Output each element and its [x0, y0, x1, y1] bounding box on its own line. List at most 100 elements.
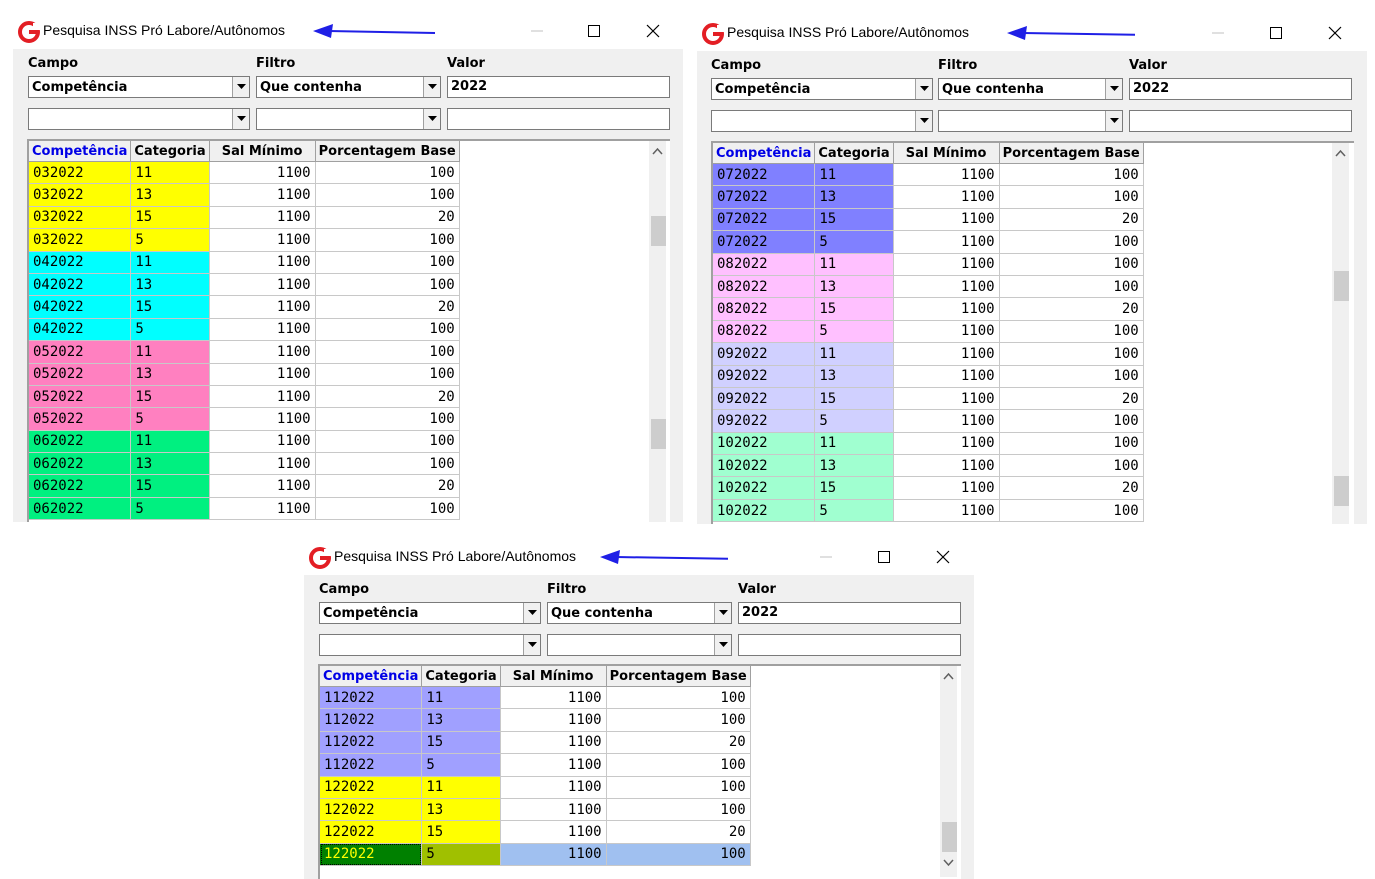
cell-comp[interactable]: 102022: [713, 454, 816, 478]
cell-cat[interactable]: 15: [130, 206, 210, 230]
cell-pct[interactable]: 100: [999, 253, 1144, 276]
cell-cat[interactable]: 5: [814, 409, 894, 433]
dropdown-arrow-icon[interactable]: [523, 603, 540, 623]
campo-select[interactable]: Competência: [28, 76, 250, 98]
cell-pct[interactable]: 100: [999, 454, 1144, 478]
cell-pct[interactable]: 20: [315, 385, 460, 409]
table-row[interactable]: 112022 13 1100 100: [320, 708, 751, 732]
cell-cat[interactable]: 11: [421, 776, 501, 799]
cell-cat[interactable]: 11: [814, 342, 894, 366]
table-row[interactable]: 062022 13 1100 100: [29, 452, 460, 476]
valor-input[interactable]: 2022: [738, 602, 961, 624]
cell-comp[interactable]: 122022: [320, 776, 423, 799]
column-header[interactable]: Competência: [320, 666, 423, 687]
valor-input-2[interactable]: [447, 108, 670, 130]
cell-sal[interactable]: 1100: [209, 295, 316, 319]
table-row[interactable]: 122022 5 1100 100: [320, 843, 751, 867]
cell-comp[interactable]: 032022: [29, 228, 132, 252]
campo-select[interactable]: Competência: [319, 602, 541, 624]
close-icon[interactable]: [1326, 24, 1344, 42]
cell-pct[interactable]: 100: [315, 161, 460, 185]
table-row[interactable]: 082022 13 1100 100: [713, 275, 1144, 299]
cell-cat[interactable]: 5: [130, 497, 210, 521]
cell-cat[interactable]: 13: [130, 452, 210, 476]
table-row[interactable]: 082022 15 1100 20: [713, 297, 1144, 321]
table-row[interactable]: 122022 11 1100 100: [320, 776, 751, 799]
cell-comp[interactable]: 112022: [320, 753, 423, 777]
column-header[interactable]: Porcentagem Base: [315, 141, 460, 162]
campo-select-2[interactable]: [319, 634, 541, 656]
vertical-scrollbar[interactable]: [649, 141, 666, 522]
cell-sal[interactable]: 1100: [209, 363, 316, 386]
filtro-select[interactable]: Que contenha: [938, 78, 1123, 100]
table-row[interactable]: 042022 11 1100 100: [29, 251, 460, 274]
cell-comp[interactable]: 082022: [713, 297, 816, 321]
cell-cat[interactable]: 15: [130, 385, 210, 409]
table-row[interactable]: 072022 5 1100 100: [713, 230, 1144, 254]
campo-select-2[interactable]: [711, 110, 933, 132]
cell-comp[interactable]: 042022: [29, 251, 132, 274]
dropdown-arrow-icon[interactable]: [423, 77, 440, 97]
cell-sal[interactable]: 1100: [893, 387, 1000, 411]
cell-sal[interactable]: 1100: [893, 297, 1000, 321]
table-row[interactable]: 052022 15 1100 20: [29, 385, 460, 409]
cell-cat[interactable]: 11: [130, 161, 210, 185]
cell-pct[interactable]: 100: [999, 275, 1144, 299]
cell-sal[interactable]: 1100: [209, 497, 316, 521]
cell-cat[interactable]: 5: [421, 753, 501, 777]
cell-cat[interactable]: 15: [814, 297, 894, 321]
cell-comp[interactable]: 112022: [320, 708, 423, 732]
filtro-select[interactable]: Que contenha: [256, 76, 441, 98]
cell-pct[interactable]: 100: [315, 430, 460, 454]
cell-pct[interactable]: 100: [606, 753, 751, 777]
cell-pct[interactable]: 100: [999, 499, 1144, 523]
cell-pct[interactable]: 100: [999, 342, 1144, 366]
table-row[interactable]: 042022 13 1100 100: [29, 273, 460, 297]
cell-comp[interactable]: 112022: [320, 686, 423, 710]
filtro-select[interactable]: Que contenha: [547, 602, 732, 624]
cell-cat[interactable]: 11: [814, 163, 894, 187]
cell-comp[interactable]: 052022: [29, 385, 132, 409]
cell-comp[interactable]: 092022: [713, 387, 816, 411]
scroll-up-icon[interactable]: [1335, 149, 1346, 158]
maximize-icon[interactable]: [1267, 24, 1285, 42]
cell-sal[interactable]: 1100: [209, 251, 316, 274]
cell-pct[interactable]: 20: [999, 387, 1144, 411]
cell-sal[interactable]: 1100: [893, 409, 1000, 433]
table-row[interactable]: 122022 15 1100 20: [320, 820, 751, 844]
close-icon[interactable]: [934, 548, 952, 566]
dropdown-arrow-icon[interactable]: [232, 109, 249, 129]
table-row[interactable]: 032022 11 1100 100: [29, 161, 460, 185]
cell-sal[interactable]: 1100: [209, 407, 316, 431]
cell-comp[interactable]: 062022: [29, 430, 132, 454]
cell-sal[interactable]: 1100: [209, 273, 316, 297]
cell-sal[interactable]: 1100: [893, 342, 1000, 366]
cell-sal[interactable]: 1100: [500, 686, 607, 710]
scroll-thumb[interactable]: [942, 822, 957, 852]
cell-pct[interactable]: 20: [315, 295, 460, 319]
cell-comp[interactable]: 062022: [29, 452, 132, 476]
cell-cat[interactable]: 11: [814, 253, 894, 276]
cell-comp[interactable]: 042022: [29, 273, 132, 297]
cell-cat[interactable]: 13: [814, 185, 894, 209]
table-row[interactable]: 082022 11 1100 100: [713, 253, 1144, 276]
title-bar[interactable]: Pesquisa INSS Pró Labore/Autônomos: [304, 539, 974, 575]
dropdown-arrow-icon[interactable]: [915, 111, 932, 131]
table-row[interactable]: 032022 15 1100 20: [29, 206, 460, 230]
vertical-scrollbar[interactable]: [1332, 143, 1349, 524]
cell-cat[interactable]: 13: [421, 798, 501, 822]
table-row[interactable]: 082022 5 1100 100: [713, 320, 1144, 344]
cell-pct[interactable]: 100: [606, 776, 751, 799]
cell-comp[interactable]: 032022: [29, 183, 132, 207]
cell-pct[interactable]: 100: [606, 708, 751, 732]
cell-comp[interactable]: 042022: [29, 295, 132, 319]
cell-comp[interactable]: 092022: [713, 409, 816, 433]
cell-pct[interactable]: 100: [999, 365, 1144, 388]
valor-input-2[interactable]: [1129, 110, 1352, 132]
cell-pct[interactable]: 20: [999, 208, 1144, 232]
maximize-icon[interactable]: [585, 22, 603, 40]
cell-sal[interactable]: 1100: [209, 161, 316, 185]
cell-comp[interactable]: 102022: [713, 499, 816, 523]
cell-comp[interactable]: 072022: [713, 163, 816, 187]
cell-pct[interactable]: 100: [999, 230, 1144, 254]
